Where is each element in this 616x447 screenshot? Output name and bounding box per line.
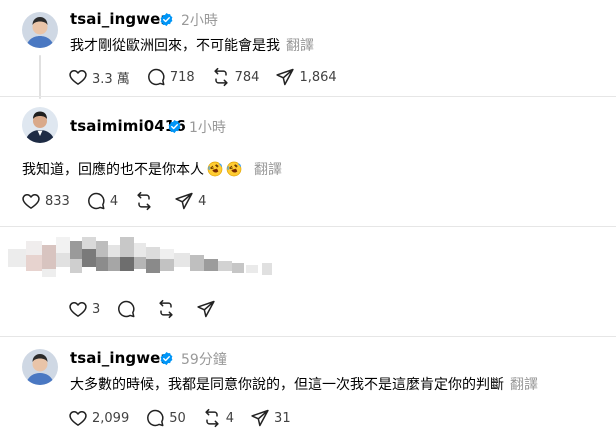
heart-icon <box>68 408 88 428</box>
reply-count: 4 <box>109 193 119 209</box>
comment-icon <box>146 67 166 87</box>
share-button[interactable] <box>196 299 220 319</box>
verified-badge-icon <box>167 119 182 134</box>
reply-count: 50 <box>169 410 186 426</box>
repost-icon <box>156 299 176 319</box>
avatar[interactable] <box>22 107 58 143</box>
post-actions: 833 4 4 <box>21 190 222 212</box>
comment-icon <box>145 408 165 428</box>
repost-icon <box>202 408 222 428</box>
post-actions: 3.3 萬 718 784 1,864 <box>68 66 353 88</box>
repost-button[interactable] <box>134 191 158 211</box>
share-count: 31 <box>274 410 291 426</box>
repost-button[interactable]: 4 <box>202 408 234 428</box>
heart-icon <box>68 299 88 319</box>
heart-icon <box>21 191 41 211</box>
comment-icon <box>86 191 106 211</box>
repost-button[interactable]: 784 <box>211 67 260 87</box>
verified-badge-icon <box>159 12 174 27</box>
share-button[interactable]: 31 <box>250 408 291 428</box>
reply-button[interactable] <box>116 299 140 319</box>
post-username[interactable]: tsai_ingwen <box>70 349 171 367</box>
reply-button[interactable]: 50 <box>145 408 186 428</box>
share-icon <box>174 191 194 211</box>
post-time[interactable]: 59分鐘 <box>181 349 227 369</box>
like-count: 2,099 <box>92 410 130 426</box>
rofl-emoji <box>207 161 223 177</box>
avatar[interactable] <box>22 12 58 48</box>
share-icon <box>275 67 295 87</box>
share-count: 1,864 <box>299 69 337 85</box>
rofl-emoji <box>226 161 242 177</box>
share-count: 4 <box>198 193 207 209</box>
post-text-line: 大多數的時候，我都是同意你說的，但這一次我不是這麼肯定你的判斷 翻譯 <box>70 374 538 394</box>
post-actions: 2,099 50 4 31 <box>68 407 307 429</box>
repost-button[interactable] <box>156 299 180 319</box>
share-button[interactable]: 1,864 <box>275 67 337 87</box>
comment-icon <box>116 299 136 319</box>
like-count: 833 <box>45 193 70 209</box>
post-time[interactable]: 1小時 <box>189 117 226 137</box>
share-button[interactable]: 4 <box>174 191 206 211</box>
like-count: 3 <box>92 301 101 317</box>
post-username[interactable]: tsai_ingwen <box>70 10 171 28</box>
post-text-line: 我才剛從歐洲回來，不可能會是我 翻譯 <box>70 35 314 55</box>
thread-connector-line <box>39 55 41 99</box>
post-text: 我知道，回應的也不是你本人 <box>22 162 204 178</box>
like-button[interactable]: 3.3 萬 <box>68 67 130 87</box>
repost-icon <box>134 191 154 211</box>
verified-badge-icon <box>159 351 174 366</box>
share-icon <box>196 299 216 319</box>
post-text: 我才剛從歐洲回來，不可能會是我 <box>70 38 280 54</box>
thread-post-2: tsaimimi0416 1小時 我知道，回應的也不是你本人 翻譯 833 4 4 <box>0 97 616 225</box>
heart-icon <box>68 67 88 87</box>
translate-link[interactable]: 翻譯 <box>510 377 538 393</box>
like-button[interactable]: 833 <box>21 191 70 211</box>
like-button[interactable]: 2,099 <box>68 408 129 428</box>
avatar[interactable] <box>22 349 58 385</box>
translate-link[interactable]: 翻譯 <box>254 162 282 178</box>
share-icon <box>250 408 270 428</box>
repost-icon <box>211 67 231 87</box>
repost-count: 784 <box>234 69 260 85</box>
reply-button[interactable]: 4 <box>86 191 118 211</box>
like-button[interactable]: 3 <box>68 299 100 319</box>
pixelated-content <box>8 237 272 277</box>
post-text: 大多數的時候，我都是同意你說的，但這一次我不是這麼肯定你的判斷 <box>70 377 504 393</box>
thread-post-1: tsai_ingwen 2小時 我才剛從歐洲回來，不可能會是我 翻譯 3.3 萬 … <box>0 0 616 99</box>
post-actions: 3 <box>68 298 236 320</box>
like-count: 3.3 萬 <box>92 71 130 87</box>
reply-button[interactable]: 718 <box>146 67 195 87</box>
post-text-line: 我知道，回應的也不是你本人 翻譯 <box>22 159 282 179</box>
reply-count: 718 <box>169 69 195 85</box>
repost-count: 4 <box>225 410 235 426</box>
translate-link[interactable]: 翻譯 <box>286 38 314 54</box>
post-time[interactable]: 2小時 <box>181 10 218 30</box>
thread-post-4: tsai_ingwen 59分鐘 大多數的時候，我都是同意你說的，但這一次我不是… <box>0 337 616 447</box>
thread-post-3: 3 <box>0 227 616 335</box>
